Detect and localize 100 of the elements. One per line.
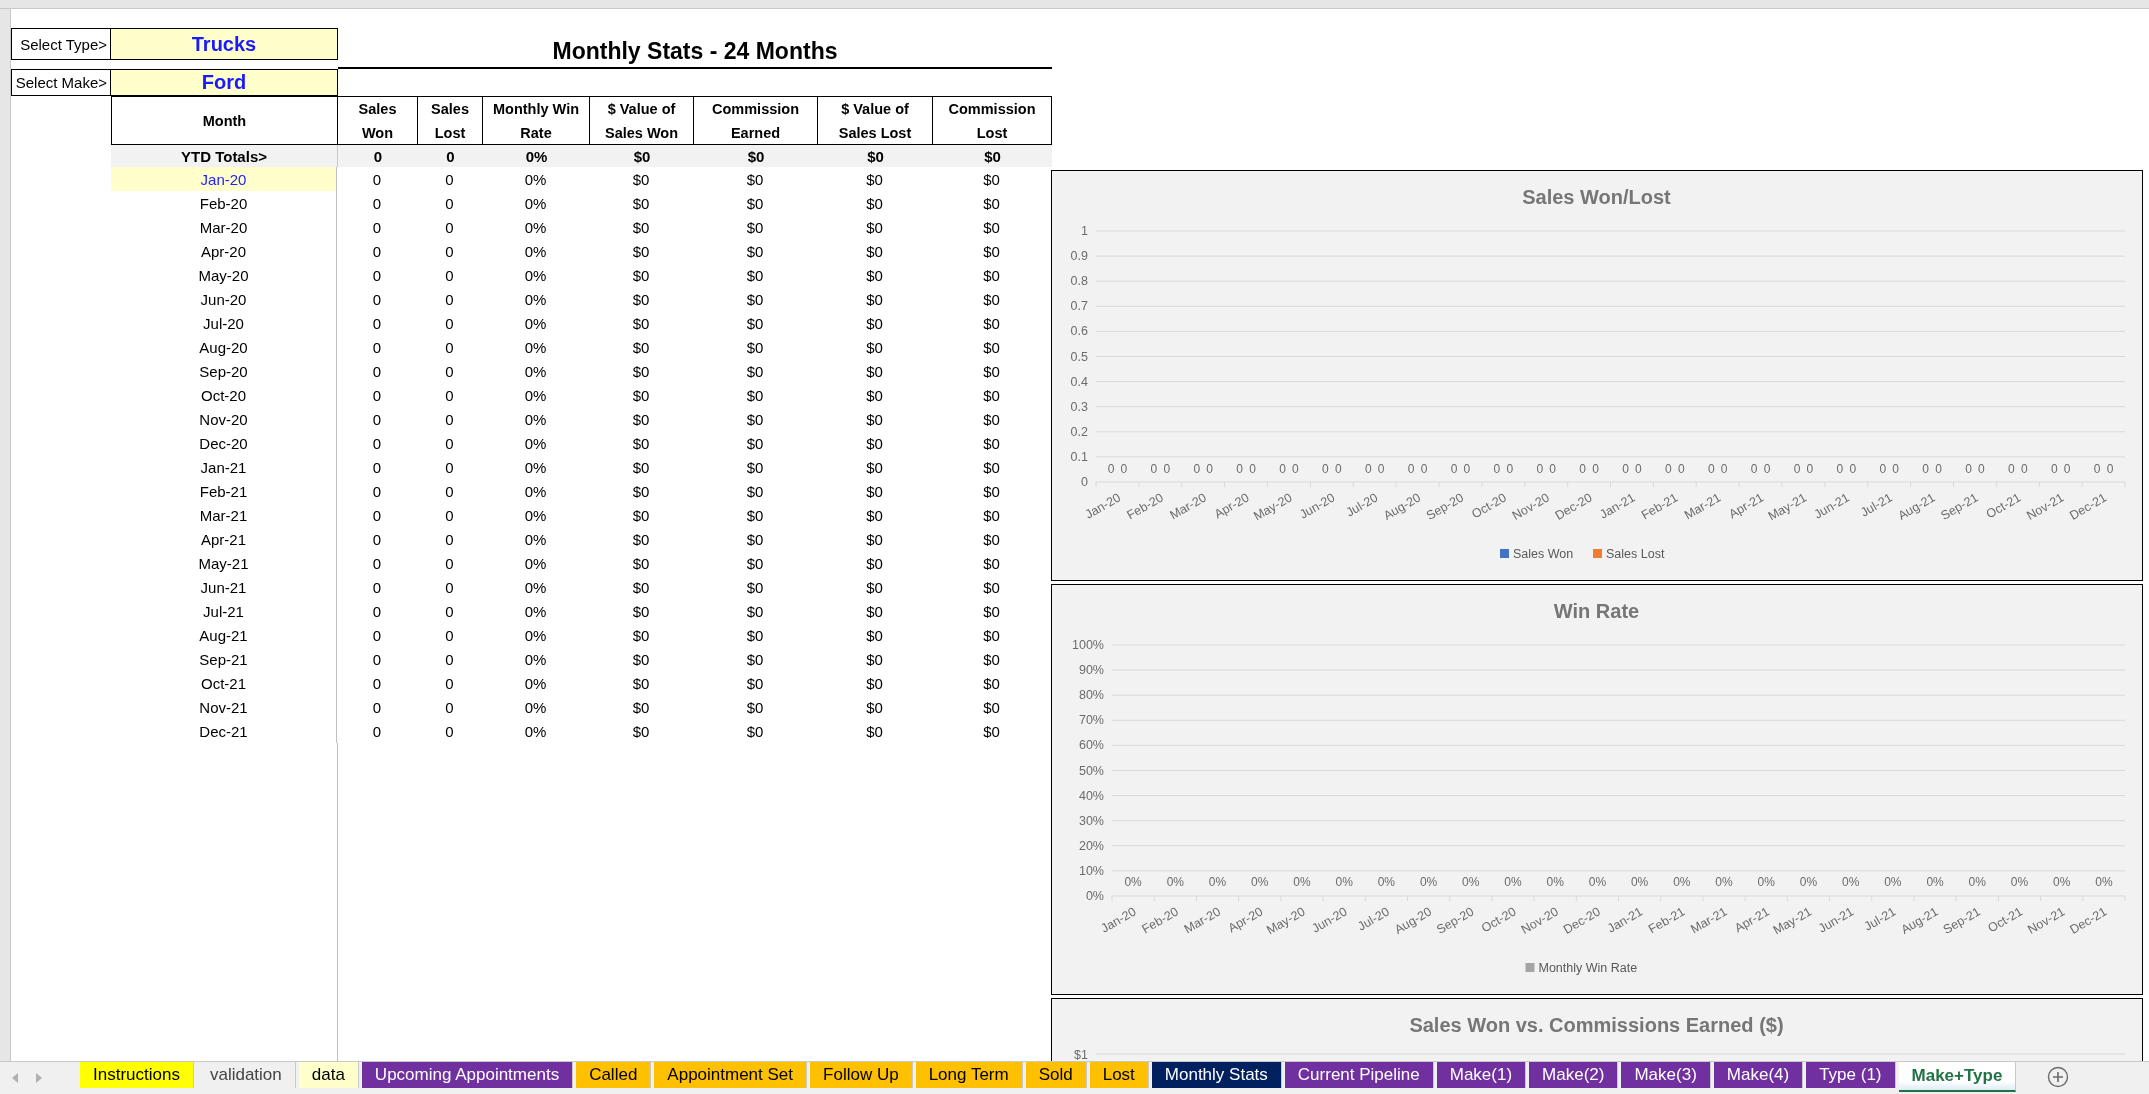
table-cell-text: 0% <box>523 529 548 550</box>
table-cell-text: 0% <box>523 553 548 574</box>
month-cell: Oct-21 <box>111 671 337 695</box>
month-cell: Jul-21 <box>111 599 337 623</box>
table-cell-text: $0 <box>982 721 1001 742</box>
add-sheet-icon[interactable] <box>2047 1066 2070 1088</box>
sheet-tab[interactable]: Make(3) <box>1621 1062 1711 1088</box>
data-label: 0 <box>1163 462 1171 476</box>
month-cell: Jun-20 <box>111 287 337 311</box>
data-label: 0 <box>1193 462 1201 476</box>
sheet-tab[interactable]: Current Pipeline <box>1284 1062 1434 1088</box>
table-cell-text: $0 <box>631 601 651 622</box>
sheet-tab[interactable]: Monthly Stats <box>1151 1062 1282 1088</box>
table-cell-text: $0 <box>631 313 651 334</box>
sheet-tab[interactable]: Lost <box>1089 1062 1149 1088</box>
table-cell-text: $0 <box>982 193 1001 214</box>
data-label: 0 <box>1206 462 1213 476</box>
total-cell: 0% <box>483 145 590 167</box>
table-cell-text: $0 <box>865 481 884 502</box>
axis-label: 30% <box>1078 813 1104 828</box>
data-label: 0 <box>2020 462 2028 476</box>
axis-label: 0.4 <box>1070 374 1088 389</box>
table-cell-text: $0 <box>745 697 765 718</box>
table-cell-text: $0 <box>865 529 884 550</box>
table-cell-text: 0% <box>523 361 548 382</box>
table-cell-text: 0 <box>444 721 455 742</box>
data-label: 0 <box>1622 462 1629 476</box>
table-cell-text: 0% <box>523 601 548 622</box>
table-cell-text: 0 <box>444 217 455 238</box>
scroll-right-icon[interactable] <box>34 1072 44 1084</box>
table-cell-text: 0 <box>371 169 383 190</box>
data-label: 0 <box>1935 462 1942 476</box>
data-label: 0% <box>1841 875 1860 889</box>
table-cell-text: 0 <box>444 241 455 262</box>
table-cell-text: 0% <box>523 169 548 190</box>
data-label: 0% <box>1630 875 1649 889</box>
table-cell-text: 0 <box>444 337 455 358</box>
type-field[interactable]: Trucks <box>111 28 338 60</box>
table-cell-text: $0 <box>982 313 1001 334</box>
table-cell-text: $0 <box>982 673 1001 694</box>
data-label: 0% <box>1335 875 1353 889</box>
table-cell-text: $0 <box>631 553 651 574</box>
table-cell-text: $0 <box>631 169 651 190</box>
data-label: 0 <box>1377 462 1385 476</box>
sheet-tab[interactable]: Long Term <box>915 1062 1023 1088</box>
table-cell-text: 0% <box>523 673 548 694</box>
data-label: 0% <box>2095 875 2113 889</box>
table-cell-text: $0 <box>982 433 1001 454</box>
data-label: 0% <box>1673 875 1691 889</box>
month-cell: Aug-20 <box>111 335 337 359</box>
table-cell-text: $0 <box>865 601 884 622</box>
data-label: 0 <box>1892 462 1899 476</box>
sheet-tab[interactable]: Make(2) <box>1529 1062 1619 1088</box>
axis-label: 50% <box>1078 763 1104 778</box>
sheet-tab[interactable]: Make+Type <box>1898 1062 2017 1092</box>
table-cell-text: 0% <box>523 457 548 478</box>
data-label: 0 <box>1463 462 1471 476</box>
data-label: 0 <box>1750 462 1758 476</box>
table-cell-text: $0 <box>631 265 651 286</box>
sheet-tab[interactable]: Follow Up <box>810 1062 913 1088</box>
column-header: Month <box>111 96 338 145</box>
month-cell: Feb-20 <box>111 191 337 215</box>
axis-label: 0.3 <box>1070 399 1088 414</box>
sheet-tab[interactable]: Called <box>576 1062 652 1088</box>
data-label: 0 <box>1249 462 1256 476</box>
sheet-tab[interactable]: Make(4) <box>1713 1062 1804 1088</box>
table-cell-text: 0 <box>444 169 455 190</box>
sheet-tab[interactable]: Upcoming Appointments <box>361 1062 574 1088</box>
table-cell-text: $0 <box>865 337 884 358</box>
data-label: 0 <box>1364 462 1372 476</box>
table-cell-text: 0 <box>371 433 383 454</box>
table-cell-text: $0 <box>631 625 651 646</box>
table-cell-text: 0% <box>523 409 548 430</box>
sheet-tab[interactable]: Sold <box>1025 1062 1087 1088</box>
table-cell-text: $0 <box>631 385 651 406</box>
table-cell-text: $0 <box>745 505 765 526</box>
sheet-tab[interactable]: Type (1) <box>1806 1062 1896 1088</box>
sheet-tab[interactable]: data <box>298 1062 359 1088</box>
sheet-tab[interactable]: Make(1) <box>1436 1062 1527 1088</box>
month-cell: Oct-20 <box>111 383 337 407</box>
table-cell-text: $0 <box>865 673 884 694</box>
table-cell-text: 0 <box>371 337 383 358</box>
axis-label: 60% <box>1078 738 1104 753</box>
axis-label: 0.6 <box>1070 324 1088 339</box>
table-cell-text: 0% <box>523 721 548 742</box>
data-label: 0 <box>1279 462 1286 476</box>
data-label: 0 <box>2093 462 2101 476</box>
table-cell-text: 0 <box>371 577 383 598</box>
sheet-tab[interactable]: Appointment Set <box>654 1062 808 1088</box>
table-cell-text: $0 <box>631 721 651 742</box>
sheet-tab[interactable]: Instructions <box>80 1062 194 1088</box>
table-cell-text: 0 <box>371 721 383 742</box>
data-label: 0 <box>2063 462 2071 476</box>
table-cell-text: 0 <box>444 193 455 214</box>
table-cell-text: $0 <box>982 649 1001 670</box>
table-cell-text: $0 <box>631 529 651 550</box>
scroll-left-icon[interactable] <box>10 1072 20 1084</box>
table-cell-text: 0 <box>371 553 383 574</box>
make-field[interactable]: Ford <box>111 69 338 96</box>
data-label: 0 <box>1493 462 1501 476</box>
